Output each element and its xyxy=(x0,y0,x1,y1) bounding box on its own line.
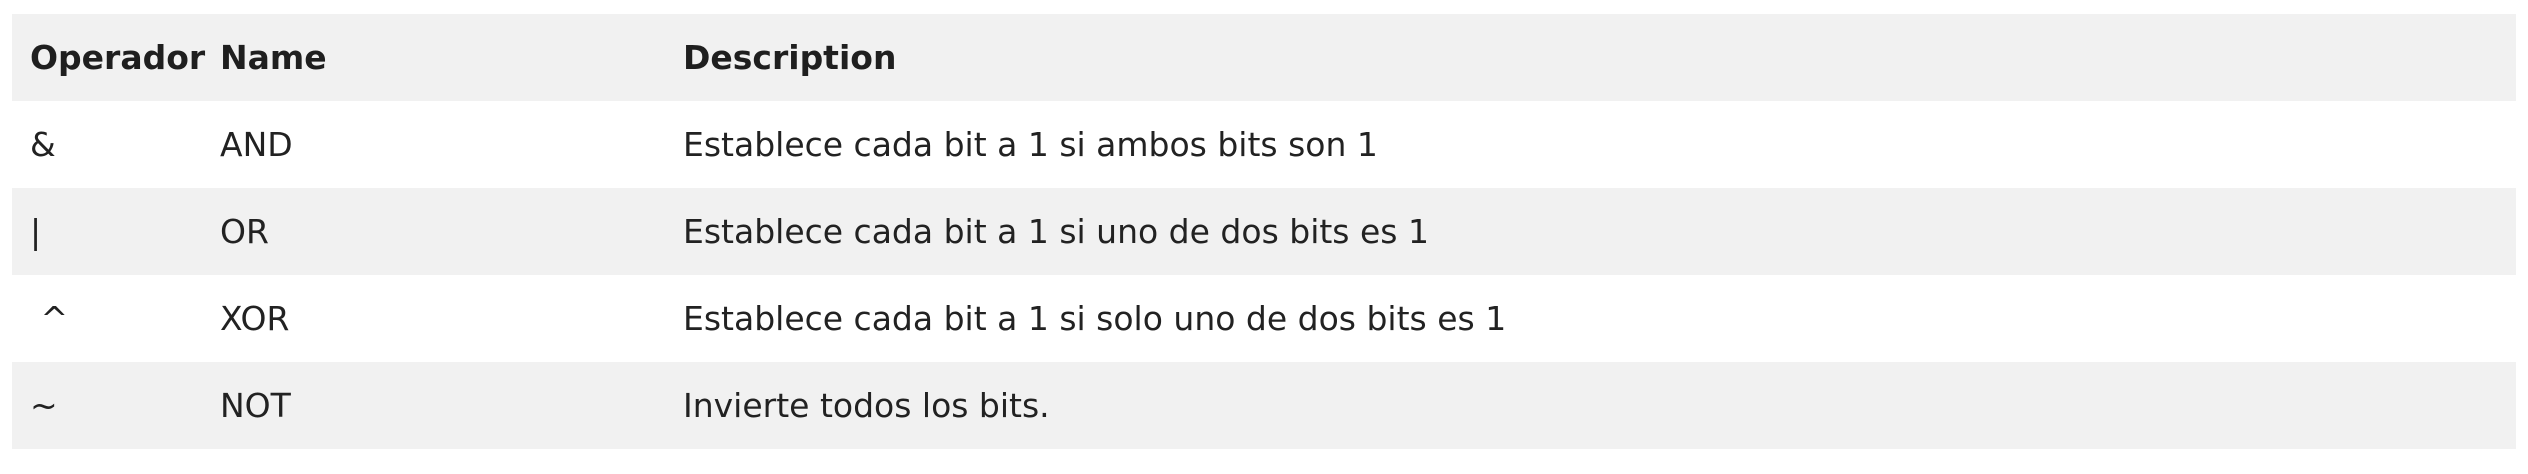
bitwise-operators-table-container: Operador Name Description & AND Establec… xyxy=(12,14,2516,449)
table-row: | OR Establece cada bit a 1 si uno de do… xyxy=(12,188,2516,275)
name-cell: NOT xyxy=(220,386,291,425)
column-header-name: Name xyxy=(220,38,327,77)
column-header-description: Description xyxy=(683,38,897,77)
operator-cell: ^ xyxy=(30,299,69,338)
name-cell: AND xyxy=(220,125,293,164)
table-row: & AND Establece cada bit a 1 si ambos bi… xyxy=(12,101,2516,188)
description-cell: Invierte todos los bits. xyxy=(683,386,1050,425)
table-row: ^ XOR Establece cada bit a 1 si solo uno… xyxy=(12,275,2516,362)
description-cell: Establece cada bit a 1 si ambos bits son… xyxy=(683,125,1378,164)
column-header-operator: Operador xyxy=(30,38,206,77)
table-header-row: Operador Name Description xyxy=(12,14,2516,101)
table-row: ~ NOT Invierte todos los bits. xyxy=(12,362,2516,449)
bitwise-operators-table: Operador Name Description & AND Establec… xyxy=(12,14,2516,449)
description-cell: Establece cada bit a 1 si solo uno de do… xyxy=(683,299,1507,338)
operator-cell: ~ xyxy=(30,386,58,425)
name-cell: OR xyxy=(220,212,269,251)
operator-cell: & xyxy=(30,125,56,164)
name-cell: XOR xyxy=(220,299,290,338)
description-cell: Establece cada bit a 1 si uno de dos bit… xyxy=(683,212,1429,251)
operator-cell: | xyxy=(30,212,42,251)
